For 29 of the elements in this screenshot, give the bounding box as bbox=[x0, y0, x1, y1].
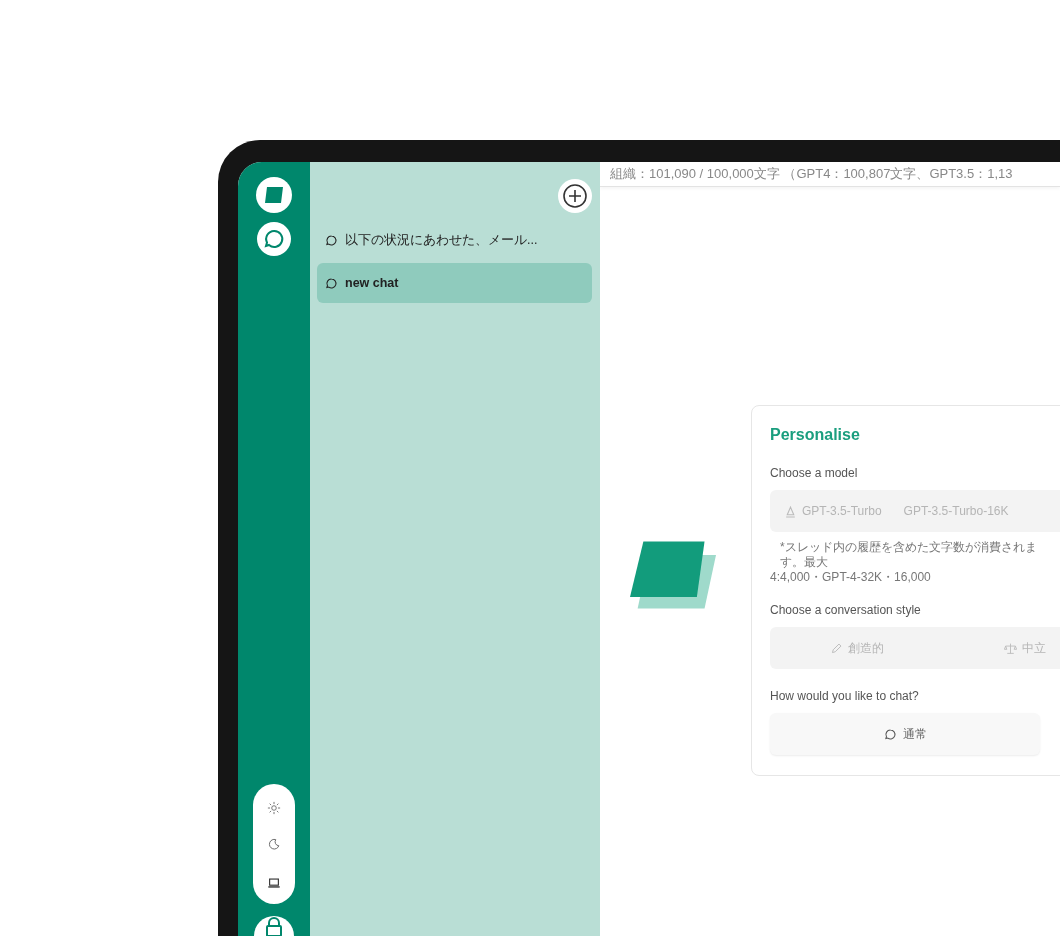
section-label: Choose a conversation style bbox=[770, 603, 922, 617]
card-title: Personalise bbox=[770, 426, 861, 444]
chat-mode-button[interactable]: 通常 bbox=[770, 713, 1040, 755]
new-chat-icon[interactable] bbox=[558, 179, 592, 213]
chat-item[interactable]: new chat bbox=[317, 263, 592, 303]
chat-title: 以下の状況にあわせた、メール... bbox=[345, 231, 538, 249]
style-option[interactable]: 創造的 bbox=[830, 639, 884, 657]
style-option[interactable]: 中立 bbox=[1004, 639, 1046, 657]
model-option[interactable]: GPT-3.5-Turbo bbox=[784, 504, 882, 518]
usage-text: 組織：101,090 / 100,000文字 （GPT4：100,807文字、GPT3.5：1,13 bbox=[610, 165, 1013, 183]
section-label: Choose a model bbox=[770, 466, 859, 480]
model-option[interactable]: GPT-3.5-Turbo-16K bbox=[903, 504, 1009, 518]
chat-item[interactable]: 以下の状況にあわせた、メール... bbox=[317, 223, 592, 257]
chat-title: new chat bbox=[345, 276, 399, 290]
note-text: 4:4,000・GPT-4-32K・16,000 bbox=[770, 570, 932, 585]
logo-icon bbox=[630, 541, 716, 609]
chat-icon bbox=[325, 233, 338, 247]
style-name: 中立 bbox=[1022, 639, 1046, 657]
style-name: 創造的 bbox=[848, 639, 884, 657]
model-name: GPT-3.5-Turbo bbox=[802, 504, 882, 518]
section-label: How would you like to chat? bbox=[770, 689, 920, 703]
note-text: *スレッド内の履歴を含めた文字数が消費されます。最大 bbox=[779, 540, 1038, 570]
chat-icon[interactable] bbox=[257, 222, 291, 256]
pencil-icon bbox=[830, 641, 843, 655]
chat-icon bbox=[883, 727, 897, 741]
mode-name: 通常 bbox=[902, 725, 927, 743]
scale-icon bbox=[1004, 641, 1017, 655]
chat-icon bbox=[325, 276, 338, 290]
logo-icon[interactable] bbox=[256, 177, 292, 213]
